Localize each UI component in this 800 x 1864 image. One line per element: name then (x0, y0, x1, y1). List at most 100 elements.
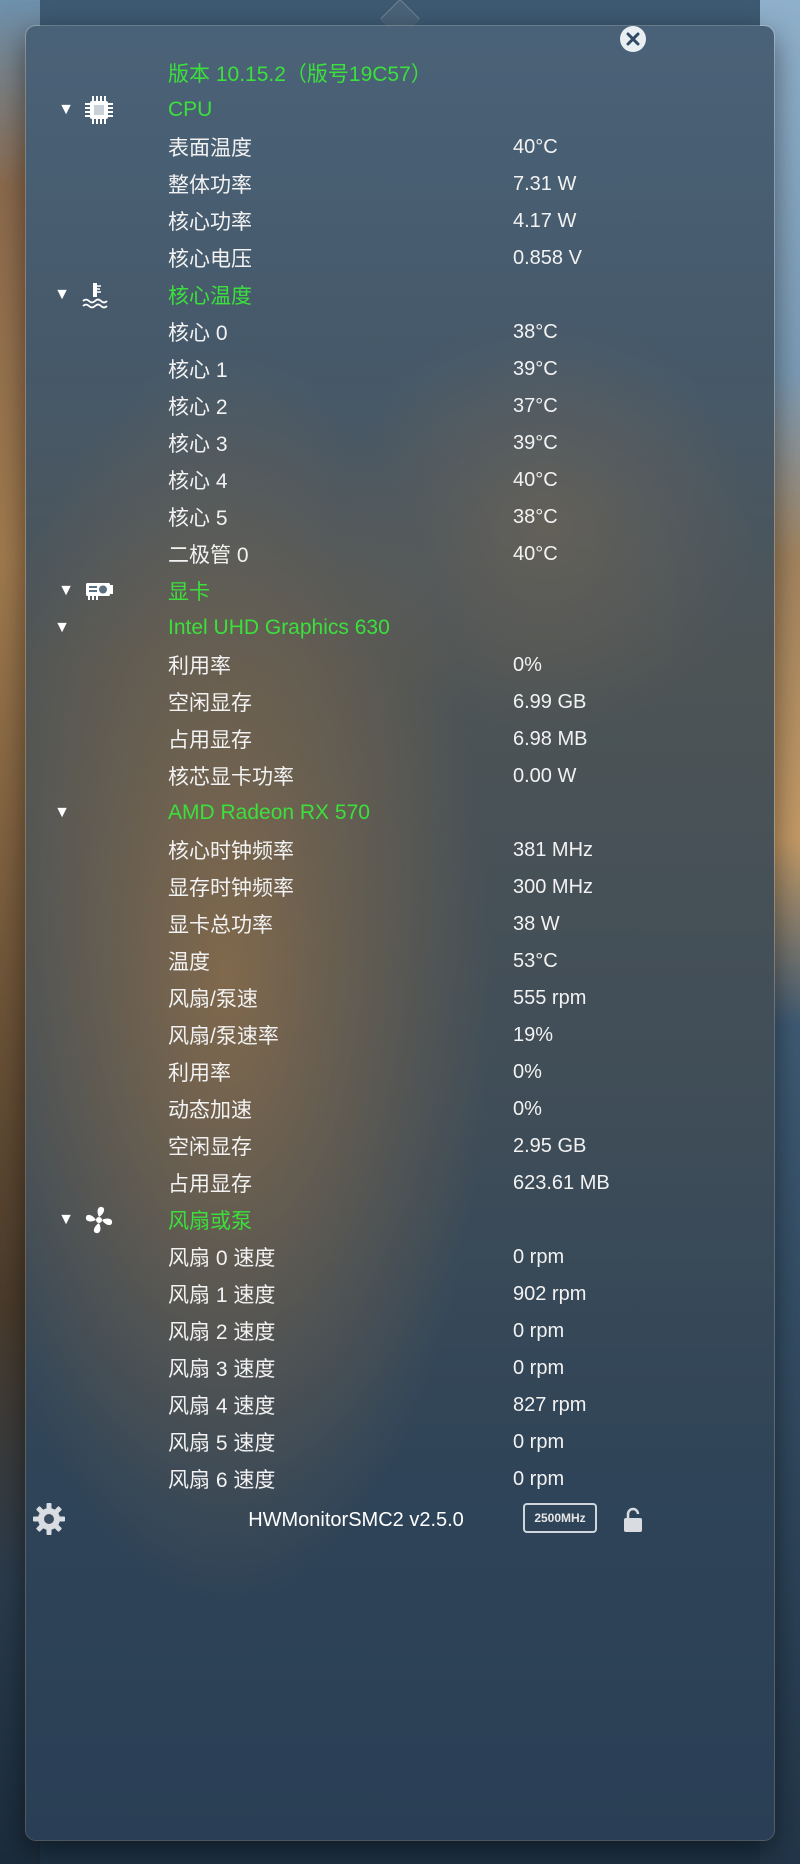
sensor-row: 二极管 0 40°C (26, 536, 774, 572)
sensor-row: 动态加速 0% (26, 1091, 774, 1127)
lock-icon (624, 1507, 642, 1532)
sensor-label: 风扇 0 速度 (168, 1247, 276, 1270)
close-button[interactable] (620, 26, 646, 52)
sensor-value: 19% (513, 1023, 554, 1046)
subsection-core-temp-header[interactable]: ▼ 核心温度 (26, 277, 774, 313)
section-title: 显卡 (168, 581, 210, 604)
sensor-row: 风扇 6 速度 0 rpm (26, 1461, 774, 1497)
sensor-label: 利用率 (168, 655, 231, 678)
sensor-label: 核心 2 (168, 396, 228, 419)
sensor-value: 623.61 MB (513, 1171, 610, 1194)
sensor-label: 整体功率 (168, 174, 252, 197)
disclosure-triangle-icon[interactable]: ▼ (58, 1211, 74, 1228)
sensor-row: 利用率 0% (26, 647, 774, 683)
sensor-row: 风扇 5 速度 0 rpm (26, 1424, 774, 1460)
sensor-value: 40°C (513, 135, 558, 158)
cpu-chip-icon (82, 93, 116, 127)
sensor-row: 核心电压 0.858 V (26, 240, 774, 276)
sensor-value: 6.99 GB (513, 690, 587, 713)
close-icon (626, 32, 640, 46)
disclosure-triangle-icon[interactable]: ▼ (54, 619, 70, 636)
settings-button[interactable] (32, 1502, 66, 1536)
sensor-row: 核心功率 4.17 W (26, 203, 774, 239)
sensor-row: 风扇 2 速度 0 rpm (26, 1313, 774, 1349)
sensor-value: 37°C (513, 394, 558, 417)
sensor-label: 核心 0 (168, 322, 228, 345)
sensor-label: 核心电压 (168, 248, 252, 271)
subsection-amd-gpu-header[interactable]: ▼ AMD Radeon RX 570 (26, 795, 774, 831)
sensor-label: 空闲显存 (168, 692, 252, 715)
sensor-row: 核心 5 38°C (26, 499, 774, 535)
sensor-row: 显卡总功率 38 W (26, 906, 774, 942)
sensor-label: 核心 5 (168, 507, 228, 530)
graphics-card-icon (82, 574, 116, 608)
sensor-row: 核心 4 40°C (26, 462, 774, 498)
fan-icon (82, 1203, 116, 1237)
sensor-value: 300 MHz (513, 875, 594, 898)
sensor-label: 风扇 4 速度 (168, 1395, 276, 1418)
section-gpu-header[interactable]: ▼ 显卡 (26, 573, 774, 609)
disclosure-triangle-icon[interactable]: ▼ (58, 101, 74, 118)
sensor-value: 0% (513, 1060, 542, 1083)
sensor-value: 902 rpm (513, 1282, 587, 1305)
sensor-label: 风扇 1 速度 (168, 1284, 276, 1307)
sensor-label: 风扇 5 速度 (168, 1432, 276, 1455)
section-fans-header[interactable]: ▼ 风扇或泵 (26, 1202, 774, 1238)
cpu-frequency-label: 2500MHz (534, 1511, 586, 1525)
sensor-label: 利用率 (168, 1062, 231, 1085)
sensor-row: 利用率 0% (26, 1054, 774, 1090)
thermometer-icon (78, 278, 112, 312)
disclosure-triangle-icon[interactable]: ▼ (54, 286, 70, 303)
sensor-value: 0% (513, 1097, 542, 1120)
sensor-value: 0 rpm (513, 1245, 565, 1268)
sensor-label: 核心时钟频率 (168, 840, 294, 863)
sensor-value: 40°C (513, 542, 558, 565)
sensor-row: 风扇/泵速率 19% (26, 1017, 774, 1053)
sensor-value: 0% (513, 653, 542, 676)
sensor-value: 0 rpm (513, 1319, 565, 1342)
sensor-value: 381 MHz (513, 838, 594, 861)
sensor-row: 显存时钟频率 300 MHz (26, 869, 774, 905)
section-cpu-header[interactable]: ▼ CPU (26, 92, 774, 128)
subsection-intel-gpu-header[interactable]: ▼ Intel UHD Graphics 630 (26, 610, 774, 646)
sensor-label: 风扇/泵速 (168, 988, 258, 1011)
sensor-row: 整体功率 7.31 W (26, 166, 774, 202)
sensor-value: 6.98 MB (513, 727, 588, 750)
sensor-row: 占用显存 623.61 MB (26, 1165, 774, 1201)
sensor-label: 占用显存 (168, 729, 252, 752)
disclosure-triangle-icon[interactable]: ▼ (58, 582, 74, 599)
sensor-value: 0.858 V (513, 246, 582, 269)
sensor-label: 表面温度 (168, 137, 252, 160)
sensor-value: 39°C (513, 357, 558, 380)
lock-button[interactable] (622, 1506, 644, 1534)
sensor-row: 表面温度 40°C (26, 129, 774, 165)
app-title: HWMonitorSMC2 v2.5.0 (248, 1508, 464, 1531)
sensor-row: 核心 2 37°C (26, 388, 774, 424)
sensor-row: 核心 1 39°C (26, 351, 774, 387)
sensor-label: 核心 1 (168, 359, 228, 382)
sensor-value: 4.17 W (513, 209, 577, 232)
sensor-row: 核心 0 38°C (26, 314, 774, 350)
sensor-label: 动态加速 (168, 1099, 252, 1122)
section-title: CPU (168, 98, 213, 121)
disclosure-triangle-icon[interactable]: ▼ (54, 804, 70, 821)
sensor-label: 显卡总功率 (168, 914, 273, 937)
sensor-value: 39°C (513, 431, 558, 454)
sensor-value: 0 rpm (513, 1467, 565, 1490)
version-row: 版本 10.15.2（版号19C57） (26, 55, 774, 91)
sensor-label: 风扇 3 速度 (168, 1358, 276, 1381)
sensor-row: 风扇 0 速度 0 rpm (26, 1239, 774, 1275)
sensor-label: 核心 3 (168, 433, 228, 456)
sensor-label: 风扇 6 速度 (168, 1469, 276, 1492)
sensor-value: 827 rpm (513, 1393, 587, 1416)
sensor-label: 温度 (168, 951, 210, 974)
gear-icon (33, 1503, 65, 1535)
sensor-value: 38 W (513, 912, 560, 935)
sensor-value: 2.95 GB (513, 1134, 587, 1157)
version-label: 版本 10.15.2（版号19C57） (168, 63, 432, 86)
cpu-frequency-button[interactable]: 2500MHz (523, 1503, 597, 1533)
sensor-value: 0 rpm (513, 1356, 565, 1379)
subsection-title: Intel UHD Graphics 630 (168, 616, 390, 639)
sensor-row: 空闲显存 2.95 GB (26, 1128, 774, 1164)
sensor-label: 风扇/泵速率 (168, 1025, 279, 1048)
